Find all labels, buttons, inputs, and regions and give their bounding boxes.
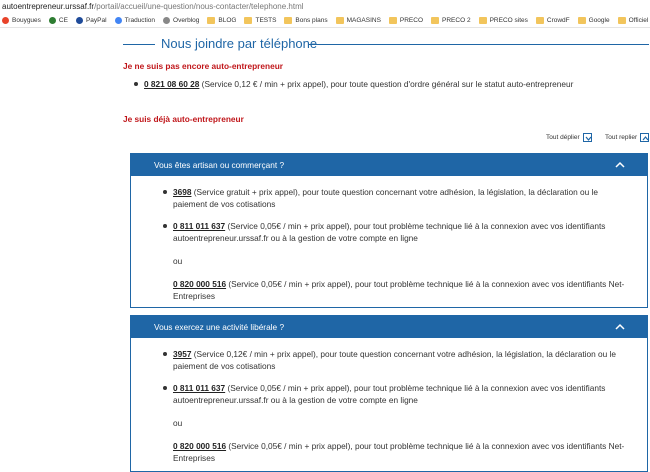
bullet-icon [134,82,138,86]
list-item: 0 820 000 516 (Service 0,05€ / min + pri… [173,278,633,302]
bookmark-tests[interactable]: TESTS [244,17,276,24]
folder-icon [535,17,544,24]
url-path: /portail/accueil/une-question/nous-conta… [94,2,304,11]
bookmark-label: BLOG [218,17,237,24]
chevron-up-icon [640,133,650,142]
bookmark-magasins[interactable]: MAGASINS [335,17,381,24]
folder-icon [577,17,586,24]
accordion-panel-liberal: Vous exercez une activité libérale ? 395… [130,315,648,472]
bookmark-label: MAGASINS [346,17,381,24]
section-heading-already: Je suis déjà auto-entrepreneur [123,114,244,124]
bullet-icon [163,386,167,390]
bullet-icon [163,190,167,194]
bookmark-traduction[interactable]: Traduction [114,17,156,24]
phone-number-link[interactable]: 3698 [173,187,191,197]
bookmark-label: PRECO sites [489,17,528,24]
bookmark-label: Google [588,17,610,24]
phone-number-link[interactable]: 0 820 000 516 [173,279,226,289]
list-item: 3957 (Service 0,12€ / min + prix appel),… [163,348,633,372]
bookmark-blog[interactable]: BLOG [207,17,236,24]
translate-icon [114,17,122,24]
bookmark-label: Traduction [124,17,156,24]
paypal-icon [75,17,83,24]
accordion-header-liberal[interactable]: Vous exercez une activité libérale ? [131,316,647,338]
bookmark-label: TESTS [255,17,277,24]
accordion-header-artisan[interactable]: Vous êtes artisan ou commerçant ? [131,154,647,176]
bookmark-crowdf[interactable]: CrowdF [535,17,570,24]
folder-icon [284,17,293,24]
expand-all-button[interactable]: Tout déplier [546,133,592,142]
folder-icon [207,17,216,24]
bullet-icon [163,352,167,356]
title-rule-right [309,44,649,45]
chevron-down-icon [582,133,592,142]
folder-icon [617,17,626,24]
page-title: Nous joindre par téléphone [123,36,650,52]
address-bar[interactable]: autoentrepreneur.urssaf.fr/portail/accue… [0,0,650,14]
list-item: 3698 (Service gratuit + prix appel), pou… [163,186,633,210]
page-content: Nous joindre par téléphone Je ne suis pa… [0,29,650,472]
bookmark-label: Officiel [628,17,649,24]
item-text: (Service 0,05€ / min + prix appel), pour… [173,221,606,243]
bookmark-label: CE [58,17,68,24]
folder-icon [244,17,253,24]
accordion-title: Vous exercez une activité libérale ? [154,322,285,332]
bookmarks-bar: Bouygues CE PayPal Traduction Overblog BLOG TE… [0,14,650,28]
bookmark-overblog[interactable]: Overblog [163,17,199,24]
bookmark-paypal[interactable]: PayPal [75,17,107,24]
bullet-icon [163,224,167,228]
chevron-up-icon [615,161,625,168]
folder-icon [431,17,440,24]
or-separator: ou [173,256,183,266]
bookmark-label: Bouygues [12,17,41,24]
bouygues-icon [2,17,9,24]
bookmark-ce[interactable]: CE [48,17,68,24]
bookmark-label: PayPal [85,17,107,24]
collapse-all-button[interactable]: Tout replier [605,133,650,142]
phone-number-link[interactable]: 3957 [173,349,191,359]
bookmark-google[interactable]: Google [577,17,610,24]
bookmark-preco-2[interactable]: PRECO 2 [431,17,471,24]
bookmark-preco-sites[interactable]: PRECO sites [478,17,528,24]
folder-icon [388,17,397,24]
list-item: 0 811 011 637 (Service 0,05€ / min + pri… [163,382,633,406]
bookmark-label: CrowdF [546,17,570,24]
item-text: (Service 0,12€ / min + prix appel), pour… [173,349,617,371]
page-title-text: Nous joindre par téléphone [161,36,318,51]
folder-icon [478,17,487,24]
list-item: 0 820 000 516 (Service 0,05€ / min + pri… [173,440,633,464]
list-item: 0 821 08 60 28 (Service 0,12 € / min + p… [134,78,644,90]
item-text: (Service 0,05€ / min + prix appel), pour… [173,279,625,301]
item-text: (Service 0,12 € / min + prix appel), pou… [199,79,574,89]
title-rule-left [123,44,155,45]
bookmark-bons-plans[interactable]: Bons plans [284,17,328,24]
section-heading-not-yet: Je ne suis pas encore auto-entrepreneur [123,61,283,71]
ce-icon [48,17,56,24]
bookmark-bouygues[interactable]: Bouygues [2,17,41,24]
list-item: 0 811 011 637 (Service 0,05€ / min + pri… [163,220,633,244]
item-text: (Service 0,05€ / min + prix appel), pour… [173,383,606,405]
phone-number-link[interactable]: 0 811 011 637 [173,383,225,393]
bookmark-label: PRECO [399,17,424,24]
bookmark-preco[interactable]: PRECO [388,17,424,24]
bookmark-officiel[interactable]: Officiel [617,17,649,24]
or-separator: ou [173,418,183,428]
collapse-all-label: Tout replier [605,134,638,141]
item-text: (Service gratuit + prix appel), pour tou… [173,187,599,209]
expand-all-label: Tout déplier [546,134,580,141]
phone-number-link[interactable]: 0 821 08 60 28 [144,79,199,89]
overblog-icon [163,17,171,24]
accordion-title: Vous êtes artisan ou commerçant ? [154,160,285,170]
phone-number-link[interactable]: 0 811 011 637 [173,221,225,231]
chevron-up-icon [615,323,625,330]
phone-number-link[interactable]: 0 820 000 516 [173,441,226,451]
bookmark-label: Overblog [173,17,200,24]
bookmark-label: Bons plans [295,17,328,24]
accordion-panel-artisan: Vous êtes artisan ou commerçant ? 3698 (… [130,153,648,308]
item-text: (Service 0,05€ / min + prix appel), pour… [173,441,625,463]
bookmark-label: PRECO 2 [442,17,471,24]
url-host: autoentrepreneur.urssaf.fr [2,2,95,11]
folder-icon [335,17,344,24]
